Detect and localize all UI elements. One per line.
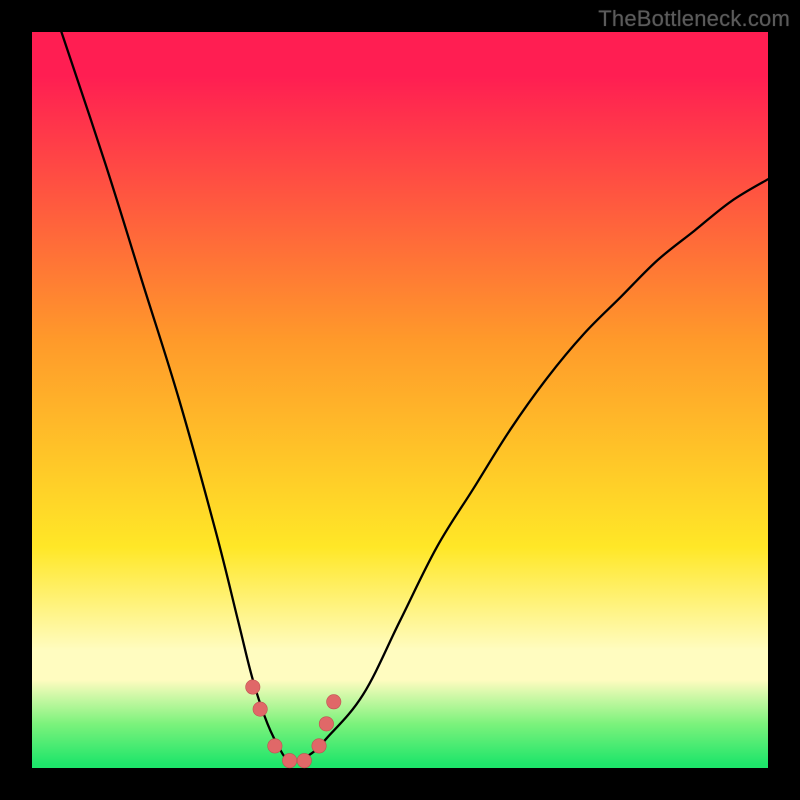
marker-dot (312, 739, 326, 753)
marker-dot (282, 753, 296, 767)
chart-frame: TheBottleneck.com (0, 0, 800, 800)
bottleneck-curve (61, 32, 768, 762)
marker-dot (297, 753, 311, 767)
watermark-text: TheBottleneck.com (598, 6, 790, 32)
marker-dot (253, 702, 267, 716)
marker-dot (327, 695, 341, 709)
marker-dot (246, 680, 260, 694)
sweet-spot-markers (246, 680, 341, 768)
chart-svg (32, 32, 768, 768)
marker-dot (268, 739, 282, 753)
marker-dot (319, 717, 333, 731)
plot-area (32, 32, 768, 768)
